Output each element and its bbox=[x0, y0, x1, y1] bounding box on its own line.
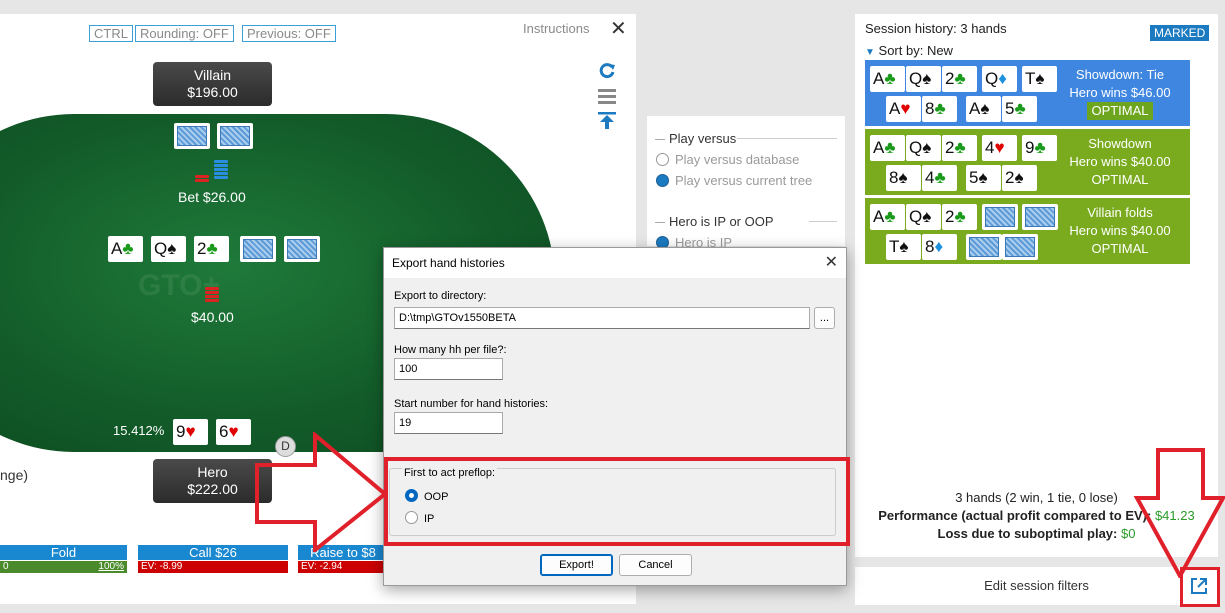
hero-position-title: Hero is IP or OOP bbox=[655, 214, 774, 229]
board-card: Q♠ bbox=[906, 204, 941, 230]
board-card: A♣ bbox=[870, 204, 905, 230]
board-card-back bbox=[240, 236, 276, 262]
hero-card: 4♣ bbox=[922, 165, 957, 191]
villain-card: A♠ bbox=[966, 96, 1001, 122]
pot-chips bbox=[205, 287, 219, 303]
call-ev: EV: -8.99 bbox=[138, 561, 288, 573]
close-icon[interactable]: ✕ bbox=[610, 16, 627, 41]
play-versus-title: Play versus bbox=[655, 131, 736, 146]
hand-result: Villain folds Hero wins $40.00 OPTIMAL bbox=[1069, 205, 1171, 256]
board-card: Q♠ bbox=[906, 66, 941, 92]
down-arrow-icon bbox=[1133, 448, 1225, 578]
hand-history-item[interactable]: A♣ Q♠ 2♣ 4♥ 9♣ 8♠ 4♣ 5♠ 2♠ Showdown Hero… bbox=[865, 129, 1190, 195]
range-text: nge) bbox=[0, 467, 29, 483]
board-card: A♣ bbox=[870, 66, 905, 92]
ctrl-toggle[interactable]: CTRL bbox=[89, 25, 133, 42]
board-card-back bbox=[982, 204, 1018, 230]
optimal-badge: OPTIMAL bbox=[1091, 172, 1149, 187]
villain-chips bbox=[195, 175, 209, 183]
highlight-icon-frame bbox=[1180, 567, 1220, 607]
dialog-title: Export hand histories bbox=[392, 256, 505, 270]
hand-result: Showdown: Tie Hero wins $46.00 OPTIMAL bbox=[1069, 67, 1171, 120]
play-tree-radio[interactable]: Play versus current tree bbox=[656, 173, 812, 188]
triangle-down-icon: ▼ bbox=[865, 47, 875, 58]
cancel-button[interactable]: Cancel bbox=[619, 554, 692, 576]
villain-card-back bbox=[174, 123, 210, 149]
radio-icon bbox=[656, 153, 669, 166]
hand-history-item[interactable]: A♣ Q♠ 2♣ T♠ 8♦ Villain folds Hero wins $… bbox=[865, 198, 1190, 264]
board-card-back bbox=[284, 236, 320, 262]
villain-card-back bbox=[1002, 234, 1038, 260]
villain-card: 5♣ bbox=[1002, 96, 1037, 122]
start-input[interactable]: 19 bbox=[394, 412, 503, 434]
board-card: 2♣ bbox=[942, 135, 977, 161]
browse-button[interactable]: ... bbox=[814, 307, 835, 329]
hero-card: 9♥ bbox=[173, 419, 208, 445]
hand-history-item[interactable]: A♣ Q♠ 2♣ Q♦ T♠ A♥ 8♣ A♠ 5♣ Showdown: Tie… bbox=[865, 60, 1190, 126]
board-card: A♣ bbox=[870, 135, 905, 161]
highlight-frame bbox=[384, 457, 850, 546]
refresh-icon[interactable] bbox=[598, 62, 616, 80]
dir-input[interactable]: D:\tmp\GTOv1550BETA bbox=[394, 307, 810, 329]
right-arrow-icon bbox=[255, 432, 389, 552]
hero-equity: 15.412% bbox=[113, 423, 165, 438]
optimal-badge: OPTIMAL bbox=[1087, 102, 1153, 120]
menu-icon[interactable] bbox=[598, 88, 616, 104]
villain-seat: Villain $196.00 bbox=[153, 62, 272, 106]
start-label: Start number for hand histories: bbox=[394, 398, 549, 410]
hero-card: 6♥ bbox=[216, 419, 251, 445]
sort-dropdown[interactable]: ▼ Sort by: New bbox=[865, 43, 953, 58]
fold-frequency: 100% bbox=[98, 561, 124, 572]
hero-card: 8♣ bbox=[922, 96, 957, 122]
marked-badge[interactable]: MARKED bbox=[1150, 25, 1210, 41]
raise-ev: EV: -2.94 bbox=[298, 561, 388, 573]
hero-card: 8♦ bbox=[922, 234, 957, 260]
instructions-link[interactable]: Instructions bbox=[523, 21, 589, 36]
hero-card: 8♠ bbox=[886, 165, 921, 191]
villain-card-back bbox=[217, 123, 253, 149]
hero-card: A♥ bbox=[886, 96, 921, 122]
fold-button[interactable]: Fold bbox=[0, 545, 127, 560]
hero-card: T♠ bbox=[886, 234, 921, 260]
board-card: 2♣ bbox=[942, 204, 977, 230]
upload-icon[interactable] bbox=[598, 112, 616, 130]
pot-amount: $40.00 bbox=[191, 309, 234, 325]
hh-input[interactable]: 100 bbox=[394, 358, 503, 380]
board-card: Q♦ bbox=[982, 66, 1017, 92]
play-db-radio[interactable]: Play versus database bbox=[656, 152, 799, 167]
radio-selected-icon bbox=[656, 174, 669, 187]
villain-stack: $196.00 bbox=[187, 84, 238, 100]
dialog-titlebar: Export hand histories ✕ bbox=[384, 248, 846, 278]
fold-ev: 0 bbox=[3, 561, 9, 572]
board-card: A♣ bbox=[108, 236, 143, 262]
previous-toggle[interactable]: Previous: OFF bbox=[242, 25, 336, 42]
play-mode-panel: Play versus Play versus database Play ve… bbox=[647, 116, 845, 250]
board-card: 2♣ bbox=[194, 236, 229, 262]
hh-label: How many hh per file?: bbox=[394, 344, 507, 356]
dir-label: Export to directory: bbox=[394, 290, 487, 302]
villain-card-back bbox=[966, 234, 1002, 260]
optimal-badge: OPTIMAL bbox=[1091, 241, 1149, 256]
villain-chips-blue bbox=[214, 160, 228, 180]
rounding-toggle[interactable]: Rounding: OFF bbox=[135, 25, 234, 42]
villain-card: 2♠ bbox=[1002, 165, 1037, 191]
close-icon[interactable]: ✕ bbox=[825, 248, 838, 278]
hand-result: Showdown Hero wins $40.00 OPTIMAL bbox=[1069, 136, 1171, 187]
session-title: Session history: 3 hands bbox=[865, 21, 1007, 36]
export-button[interactable]: Export! bbox=[540, 554, 613, 576]
villain-card: 5♠ bbox=[966, 165, 1001, 191]
board-card: 2♣ bbox=[942, 66, 977, 92]
fold-ev-bar: 0 100% bbox=[0, 561, 127, 573]
board-card: 4♥ bbox=[982, 135, 1017, 161]
board-card: Q♠ bbox=[906, 135, 941, 161]
villain-name: Villain bbox=[193, 67, 232, 83]
villain-bet: Bet $26.00 bbox=[178, 189, 246, 205]
edit-filters-button[interactable]: Edit session filters bbox=[855, 578, 1218, 593]
board-card: Q♠ bbox=[151, 236, 186, 262]
